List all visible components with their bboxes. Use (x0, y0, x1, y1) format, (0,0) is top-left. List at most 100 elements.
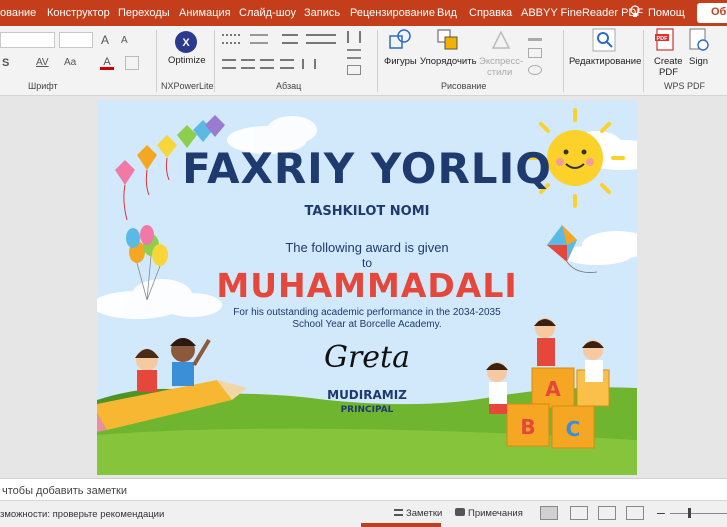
sign-icon[interactable] (688, 28, 710, 52)
group-label-font: Шрифт (28, 81, 58, 91)
lightbulb-icon (630, 5, 640, 17)
columns-icon[interactable] (302, 59, 316, 69)
tab-transitions[interactable]: Переходы (118, 7, 170, 19)
align-left-icon[interactable] (222, 59, 236, 69)
align-center-icon[interactable] (241, 59, 255, 69)
shadow-icon[interactable]: S (2, 57, 9, 69)
font-color-icon[interactable]: A (100, 56, 114, 70)
notes-placeholder: чтобы добавить заметки (2, 485, 128, 497)
quick-styles-button[interactable]: Экспресс- (479, 56, 523, 67)
signer-role: PRINCIPAL (340, 405, 394, 415)
signature: Greta (323, 340, 410, 375)
share-button[interactable]: Об (697, 3, 727, 23)
smartart-icon[interactable] (347, 65, 361, 75)
certificate-title: FAXRIY YORLIQ (182, 144, 552, 193)
group-separator (214, 30, 215, 92)
shapes-icon[interactable] (388, 28, 412, 52)
clear-format-icon[interactable] (125, 56, 139, 70)
shapes-button[interactable]: Фигуры (384, 56, 417, 67)
create-pdf-button-line2: PDF (659, 67, 678, 78)
line-spacing-icon[interactable] (322, 34, 336, 44)
quick-styles-button-line2: стили (487, 67, 513, 78)
group-label-nxpowerlite: NXPowerLite (161, 81, 214, 91)
grow-font-icon[interactable]: A (101, 33, 109, 47)
bullets-icon[interactable] (222, 34, 240, 44)
group-separator (156, 30, 157, 92)
comment-icon (455, 508, 465, 516)
slideshow-view-icon[interactable] (626, 506, 644, 520)
editing-button[interactable]: Редактирование (569, 56, 641, 67)
sign-button[interactable]: Sign (689, 56, 708, 67)
arrange-button[interactable]: Упорядочить (420, 56, 477, 67)
slide-sorter-icon[interactable] (570, 506, 588, 520)
group-label-paragraph: Абзац (276, 81, 302, 91)
create-pdf-icon[interactable]: PDF (655, 28, 677, 52)
zoom-slider-thumb[interactable] (688, 508, 691, 518)
group-label-drawing: Рисование (441, 81, 487, 91)
notes-pane[interactable]: чтобы добавить заметки (0, 478, 727, 500)
comments-button-label: Примечания (468, 508, 523, 519)
reading-view-icon[interactable] (598, 506, 616, 520)
tab-review[interactable]: Рецензирование (350, 7, 435, 19)
tab-view[interactable]: Вид (437, 7, 457, 19)
font-name-box[interactable] (0, 32, 55, 48)
comments-button[interactable]: Примечания (455, 508, 523, 519)
tab-slideshow[interactable]: Слайд-шоу (239, 7, 296, 19)
ribbon: A A S AV Aa A Шрифт X Optimize NXPowerLi… (0, 26, 727, 96)
tab-animations[interactable]: Анимация (179, 7, 231, 19)
tab-abbyy[interactable]: ABBYY FineReader PDF (521, 7, 643, 19)
arrange-icon[interactable] (436, 28, 460, 52)
tab-home[interactable]: ование (0, 7, 36, 19)
increase-indent-icon[interactable] (306, 34, 322, 44)
pdf-badge: PDF (657, 36, 669, 42)
optimize-button[interactable]: Optimize (168, 55, 205, 66)
slide-workspace: A B C FAXRIY YORLIQ TASHKILOT NOMI The f… (0, 96, 727, 478)
ribbon-tab-bar: ование Конструктор Переходы Анимация Сла… (0, 0, 727, 26)
recipient-name: MUHAMMADALI (216, 266, 518, 305)
block-c-letter: C (566, 417, 581, 441)
help-search-label: Помощ (648, 7, 685, 19)
help-search[interactable]: Помощ (630, 4, 690, 22)
group-separator (377, 30, 378, 92)
group-separator (563, 30, 564, 92)
organization-name: TASHKILOT NOMI (304, 204, 430, 219)
group-separator (643, 30, 644, 92)
share-button-label: Об (711, 6, 727, 18)
notes-toggle-button[interactable]: Заметки (394, 508, 442, 519)
editing-icon[interactable] (592, 28, 616, 52)
align-text-icon[interactable] (347, 49, 361, 59)
award-line: The following award is given (285, 240, 449, 255)
change-case-icon[interactable]: Aa (64, 57, 76, 68)
group-label-wps-pdf: WPS PDF (664, 81, 706, 91)
char-spacing-icon[interactable]: AV (36, 57, 49, 68)
reason-line-2: School Year at Borcelle Academy. (292, 319, 442, 330)
reason-line-1: For his outstanding academic performance… (233, 307, 501, 318)
taskbar-accent (361, 523, 441, 527)
signer-name: MUDIRAMIZ (327, 388, 407, 402)
shape-fill-icon[interactable] (528, 31, 542, 41)
shape-effects-icon[interactable] (528, 65, 542, 75)
numbering-icon[interactable] (250, 34, 268, 44)
block-b-letter: B (520, 415, 535, 439)
svg-text:X: X (182, 37, 190, 49)
zoom-slider[interactable] (670, 513, 727, 514)
quick-styles-icon[interactable] (489, 28, 513, 52)
optimize-icon[interactable]: X (174, 30, 198, 54)
create-pdf-button[interactable]: Create (654, 56, 683, 67)
align-right-icon[interactable] (260, 59, 274, 69)
text-direction-icon[interactable] (347, 31, 361, 43)
accessibility-status[interactable]: зможности: проверьте рекомендации (0, 509, 164, 520)
tab-design[interactable]: Конструктор (47, 7, 110, 19)
decrease-indent-icon[interactable] (282, 34, 298, 44)
normal-view-icon[interactable] (540, 506, 558, 520)
shrink-font-icon[interactable]: A (121, 35, 128, 46)
shape-outline-icon[interactable] (528, 48, 542, 58)
justify-icon[interactable] (280, 59, 294, 69)
tab-record[interactable]: Запись (304, 7, 340, 19)
tab-help[interactable]: Справка (469, 7, 512, 19)
notes-button-label: Заметки (406, 508, 443, 519)
slide-canvas[interactable]: A B C FAXRIY YORLIQ TASHKILOT NOMI The f… (97, 100, 637, 475)
zoom-out-button[interactable]: – (657, 504, 665, 520)
font-size-box[interactable] (59, 32, 93, 48)
notes-icon (394, 509, 403, 516)
